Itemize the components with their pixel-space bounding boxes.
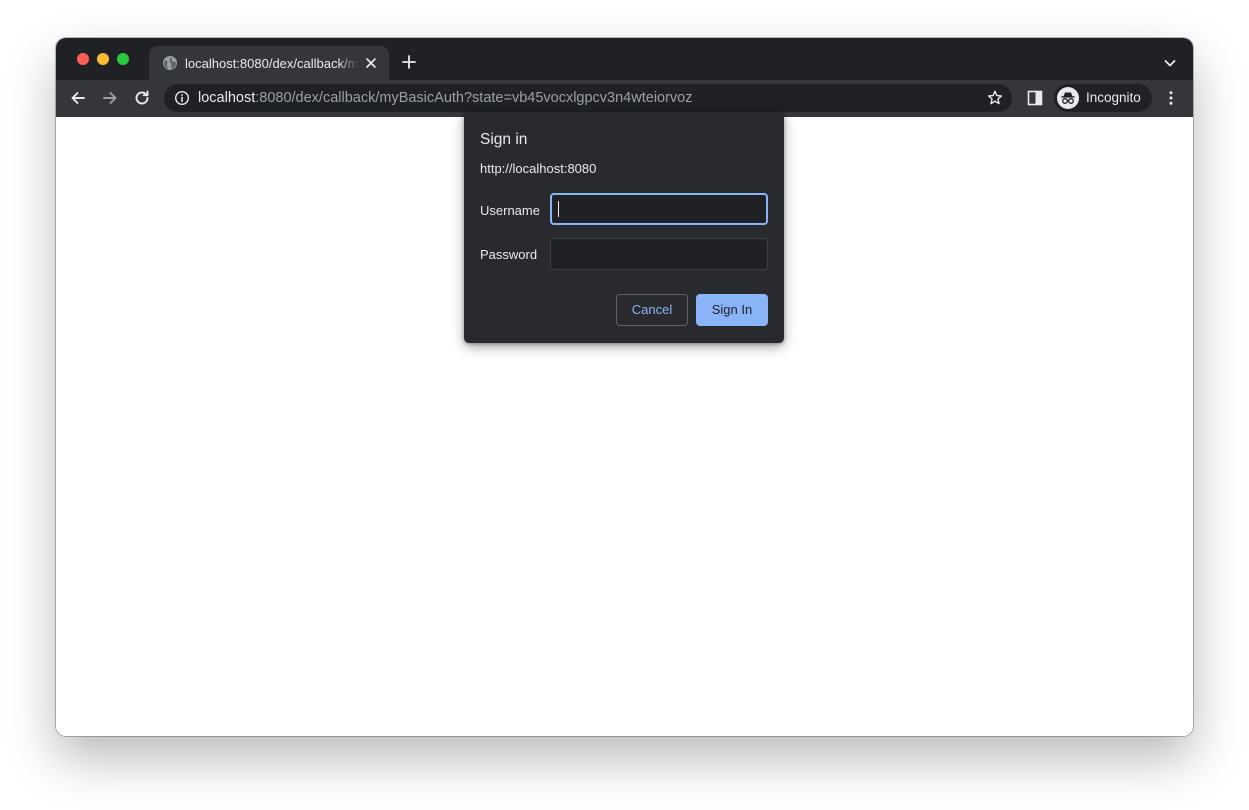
incognito-avatar [1057, 87, 1079, 109]
plus-icon[interactable] [399, 52, 419, 72]
active-tab[interactable]: localhost:8080/dex/callback/myBasicAuth?… [149, 46, 389, 80]
url-host: localhost [198, 90, 256, 106]
http-auth-dialog: Sign in http://localhost:8080 Username P… [464, 112, 784, 343]
username-input[interactable] [550, 193, 768, 225]
reload-icon[interactable] [132, 88, 152, 108]
cancel-button[interactable]: Cancel [616, 294, 688, 326]
globe-icon [163, 56, 177, 70]
arrow-left-icon[interactable] [68, 88, 88, 108]
dialog-title: Sign in [480, 131, 528, 148]
browser-window: localhost:8080/dex/callback/myBasicAuth?… [56, 38, 1193, 736]
address-bar[interactable]: localhost:8080/dex/callback/myBasicAuth?… [164, 84, 1012, 112]
password-label: Password [480, 247, 538, 262]
side-panel-icon[interactable] [1026, 89, 1044, 107]
kebab-menu-icon[interactable] [1162, 89, 1180, 107]
window-close-button[interactable] [77, 53, 89, 65]
window-minimize-button[interactable] [97, 53, 109, 65]
window-maximize-button[interactable] [117, 53, 129, 65]
tab-strip: localhost:8080/dex/callback/myBasicAuth?… [56, 38, 1193, 80]
star-icon[interactable] [986, 89, 1004, 107]
text-caret [558, 201, 559, 217]
incognito-label: Incognito [1086, 90, 1141, 105]
username-label: Username [480, 203, 540, 218]
sign-in-button[interactable]: Sign In [696, 294, 768, 326]
address-url[interactable]: localhost:8080/dex/callback/myBasicAuth?… [198, 89, 693, 107]
info-icon[interactable] [174, 90, 190, 106]
profile-incognito-button[interactable]: Incognito [1054, 84, 1152, 112]
chevron-down-icon[interactable] [1161, 54, 1179, 72]
close-icon[interactable] [363, 55, 379, 71]
tab-title: localhost:8080/dex/callback/myBasicAuth?… [185, 56, 359, 71]
url-path: :8080/dex/callback/myBasicAuth?state=vb4… [255, 90, 693, 106]
incognito-icon [1061, 92, 1075, 104]
password-input[interactable] [550, 238, 768, 270]
dialog-origin: http://localhost:8080 [480, 161, 597, 176]
arrow-right-icon[interactable] [100, 88, 120, 108]
